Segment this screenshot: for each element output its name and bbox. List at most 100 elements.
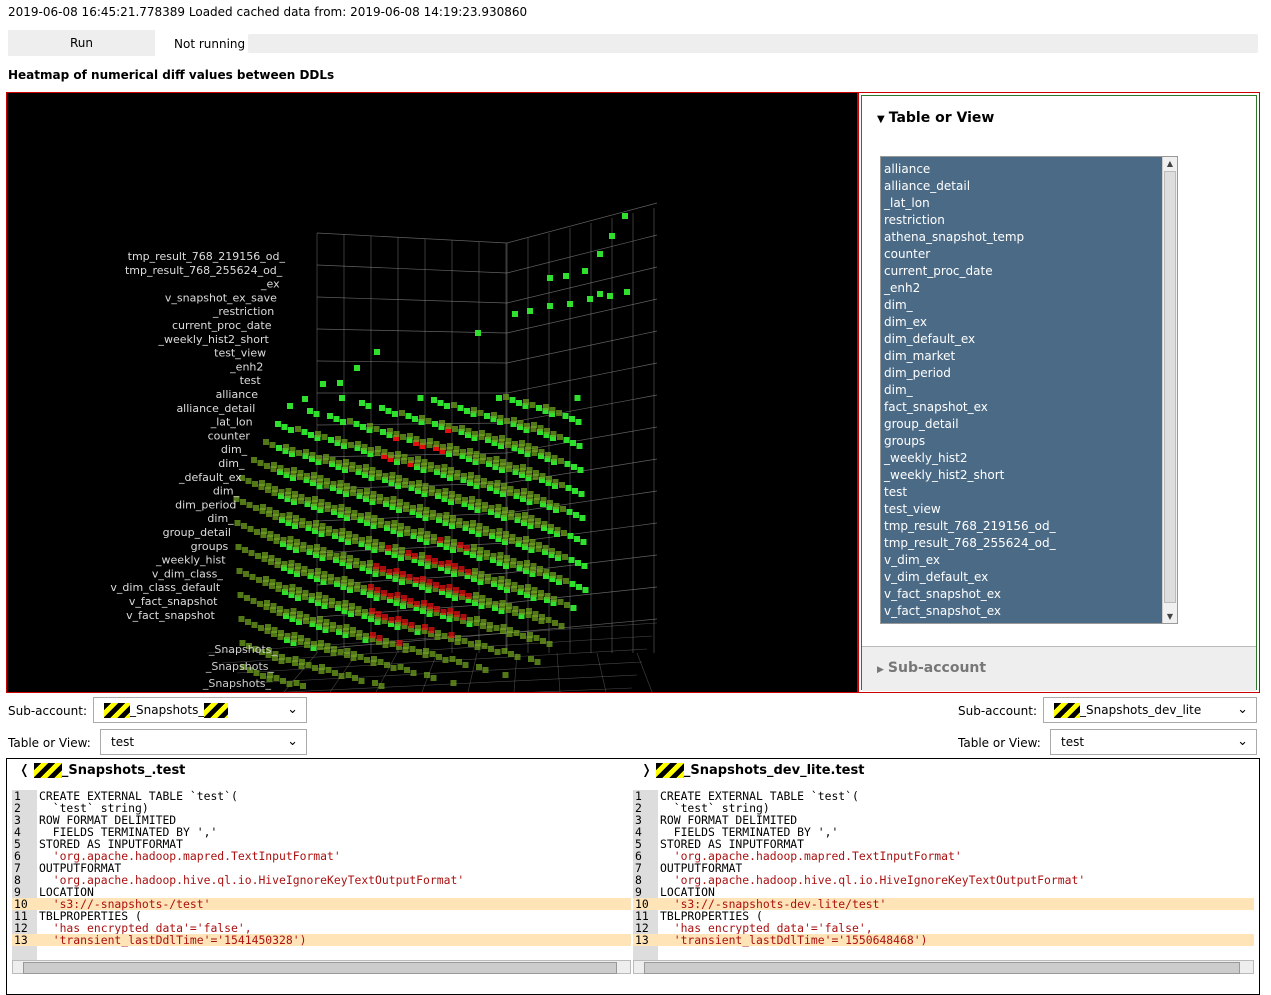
heatmap-cell [301, 566, 308, 572]
heatmap-cell [445, 560, 452, 566]
heatmap-cell [251, 622, 258, 628]
heatmap-cell [433, 582, 439, 588]
listbox-item[interactable]: _weekly_hist2 [881, 450, 1177, 467]
scroll-thumb[interactable] [1164, 171, 1176, 603]
heatmap-cell [286, 681, 293, 687]
heatmap-cell [494, 480, 501, 486]
heatmap-cell [534, 494, 540, 500]
heatmap-cell [284, 633, 291, 639]
scroll-down-icon[interactable]: ▼ [1163, 610, 1177, 623]
listbox-item[interactable]: v_fact_snapshot_ex [881, 586, 1177, 603]
listbox-item[interactable]: _lat_lon [881, 195, 1177, 212]
ddl-diff-view: ❬ _Snapshots_.test ❭ _Snapshots_dev_lite.t… [6, 758, 1260, 995]
chevron-left-icon[interactable]: ❬ [19, 763, 30, 778]
listbox-item[interactable]: groups [881, 433, 1177, 450]
heatmap-cell [513, 465, 519, 471]
heatmap-cell [351, 510, 358, 516]
heatmap-3d-plot[interactable]: tmp_result_768_219156_od_ tmp_result_768_… [6, 92, 858, 693]
heatmap-cell [430, 675, 437, 681]
listbox-scrollbar[interactable]: ▲ ▼ [1162, 157, 1177, 623]
listbox-item[interactable]: fact_snapshot_ex [881, 399, 1177, 416]
heatmap-cell [476, 523, 483, 529]
left-table-select[interactable]: test ⌄ [100, 729, 307, 755]
listbox-item[interactable]: dim_ex [881, 314, 1177, 331]
run-button[interactable]: Run [8, 30, 155, 56]
heatmap-cell [298, 494, 305, 500]
heatmap-cell [496, 528, 503, 534]
listbox-item[interactable]: athena_snapshot_temp [881, 229, 1177, 246]
grid-line [506, 394, 658, 424]
listbox-item[interactable]: dim_ [881, 382, 1177, 399]
right-sub-account-select[interactable]: _Snapshots_dev_lite ⌄ [1043, 697, 1257, 723]
listbox-item[interactable]: tmp_result_768_219156_od_ [881, 518, 1177, 535]
heatmap-cell [563, 578, 569, 584]
listbox-item[interactable]: v_fact_snapshot_ex [881, 603, 1177, 620]
heatmap-cell [488, 505, 495, 511]
heatmap-cell [328, 437, 334, 443]
listbox-item[interactable]: v_dim_ex [881, 552, 1177, 569]
table-listbox[interactable]: alliance alliance_detail _lat_lon restricti… [880, 156, 1178, 624]
left-hscroll-thumb[interactable] [23, 962, 617, 974]
listbox-item[interactable]: _weekly_hist2_short [881, 467, 1177, 484]
heatmap-cell [472, 431, 478, 437]
heatmap-cell [396, 640, 403, 646]
heatmap-cell [412, 553, 418, 559]
right-code-editor[interactable]: 1 CREATE EXTERNAL TABLE `test`(2 `test` s… [633, 790, 1254, 960]
heatmap-cell [324, 478, 330, 484]
listbox-item[interactable]: dim_market [881, 348, 1177, 365]
listbox-item[interactable]: v_dim_default_ex [881, 569, 1177, 586]
listbox-item[interactable]: counter [881, 246, 1177, 263]
listbox-item[interactable]: restriction [881, 212, 1177, 229]
heatmap-cell [455, 494, 462, 500]
heatmap-cell [380, 429, 386, 435]
left-sub-account-select[interactable]: _Snapshots_ ⌄ [93, 697, 307, 723]
listbox-item[interactable]: tmp_result_768_255624_od_ [881, 535, 1177, 552]
heatmap-cell [300, 683, 306, 689]
heatmap-cell [299, 659, 305, 665]
heatmap-cell [379, 405, 385, 411]
listbox-item[interactable]: current_proc_date [881, 263, 1177, 280]
heatmap-cell [447, 608, 454, 614]
listbox-item[interactable]: test_view [881, 501, 1177, 518]
listbox-item[interactable]: alliance [881, 161, 1177, 178]
heatmap-cell [371, 515, 378, 521]
listbox-item[interactable]: dim_ [881, 297, 1177, 314]
heatmap-cell [550, 431, 557, 437]
heatmap-cell [538, 449, 545, 455]
listbox-item[interactable]: test [881, 484, 1177, 501]
redacted-icon [33, 763, 62, 778]
heatmap-cell [487, 481, 494, 487]
right-hscroll-thumb[interactable] [644, 962, 1240, 974]
code-line: 13 'transient_lastDdlTime'='1541450328') [12, 934, 631, 946]
accordion-table-or-view[interactable]: ▼ Table or View [877, 110, 994, 126]
heatmap-cell [562, 413, 569, 419]
heatmap-cell [467, 448, 473, 454]
heatmap-cell [547, 500, 553, 506]
listbox-item[interactable]: dim_default_ex [881, 331, 1177, 348]
heatmap-cell [275, 421, 281, 427]
right-hscroll[interactable] [633, 960, 1254, 974]
heatmap-cell [356, 630, 363, 636]
right-table-select[interactable]: test ⌄ [1050, 729, 1257, 755]
heatmap-cell [581, 563, 588, 569]
heatmap-cell [521, 488, 527, 494]
heatmap-cell [491, 412, 497, 418]
left-code-editor[interactable]: 1 CREATE EXTERNAL TABLE `test`(2 `test` s… [12, 790, 631, 960]
heatmap-cell [363, 633, 369, 639]
listbox-item[interactable]: dim_period [881, 365, 1177, 382]
heatmap-cell [269, 442, 276, 448]
listbox-item[interactable]: group_detail [881, 416, 1177, 433]
accordion-sub-account[interactable]: ▶ Sub-account [862, 646, 1256, 691]
heatmap-cell [410, 505, 416, 511]
heatmap-cell [339, 395, 345, 401]
scroll-up-icon[interactable]: ▲ [1163, 157, 1177, 170]
chevron-right-icon[interactable]: ❭ [641, 763, 652, 778]
heatmap-cell [414, 601, 420, 607]
heatmap-svg[interactable]: tmp_result_768_219156_od_tmp_result_768_… [7, 93, 857, 692]
heatmap-cell [502, 507, 508, 513]
left-hscroll[interactable] [12, 960, 631, 974]
listbox-item[interactable]: _enh2 [881, 280, 1177, 297]
heatmap-cell [506, 603, 512, 609]
heatmap-cell [498, 576, 505, 582]
listbox-item[interactable]: alliance_detail [881, 178, 1177, 195]
